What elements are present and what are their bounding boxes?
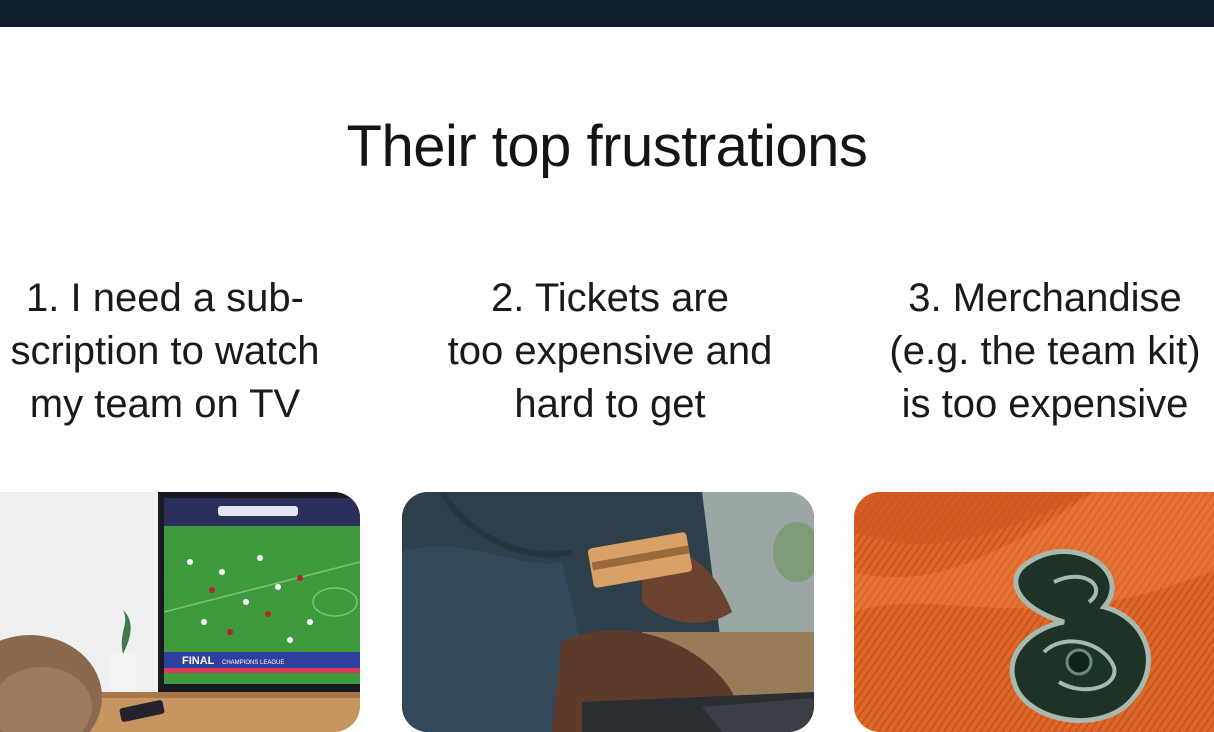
jersey-badge-photo: [854, 492, 1214, 732]
credit-card-photo: [402, 492, 814, 732]
frustration-2-line-1: 2. Tickets are: [491, 276, 729, 320]
frustration-1-line-2: scription to watch: [10, 329, 320, 373]
frustration-1-line-1: 1. I need a sub-: [26, 276, 304, 320]
tv-final-banner-text: FINAL: [182, 655, 215, 667]
frustration-3-line-2: (e.g. the team kit): [889, 329, 1201, 373]
frustration-2-line-3: hard to get: [514, 382, 706, 426]
frustration-2-text: 2. Tickets are too expensive and hard to…: [400, 272, 820, 431]
frustration-3-line-3: is too expensive: [901, 382, 1189, 426]
frustration-3-line-1: 3. Merchandise: [908, 276, 1182, 320]
frustration-3-text: 3. Merchandise (e.g. the team kit) is to…: [835, 272, 1214, 431]
frustration-1-text: 1. I need a sub- scription to watch my t…: [0, 272, 375, 431]
frustration-1-line-3: my team on TV: [29, 382, 301, 426]
tv-banner-subtext: CHAMPIONS LEAGUE: [222, 660, 284, 666]
frustration-2-line-2: too expensive and: [447, 329, 773, 373]
top-navigation-bar: [0, 0, 1214, 27]
section-title: Their top frustrations: [346, 114, 868, 179]
tv-match-photo: FINAL CHAMPIONS LEAGUE: [0, 492, 360, 732]
